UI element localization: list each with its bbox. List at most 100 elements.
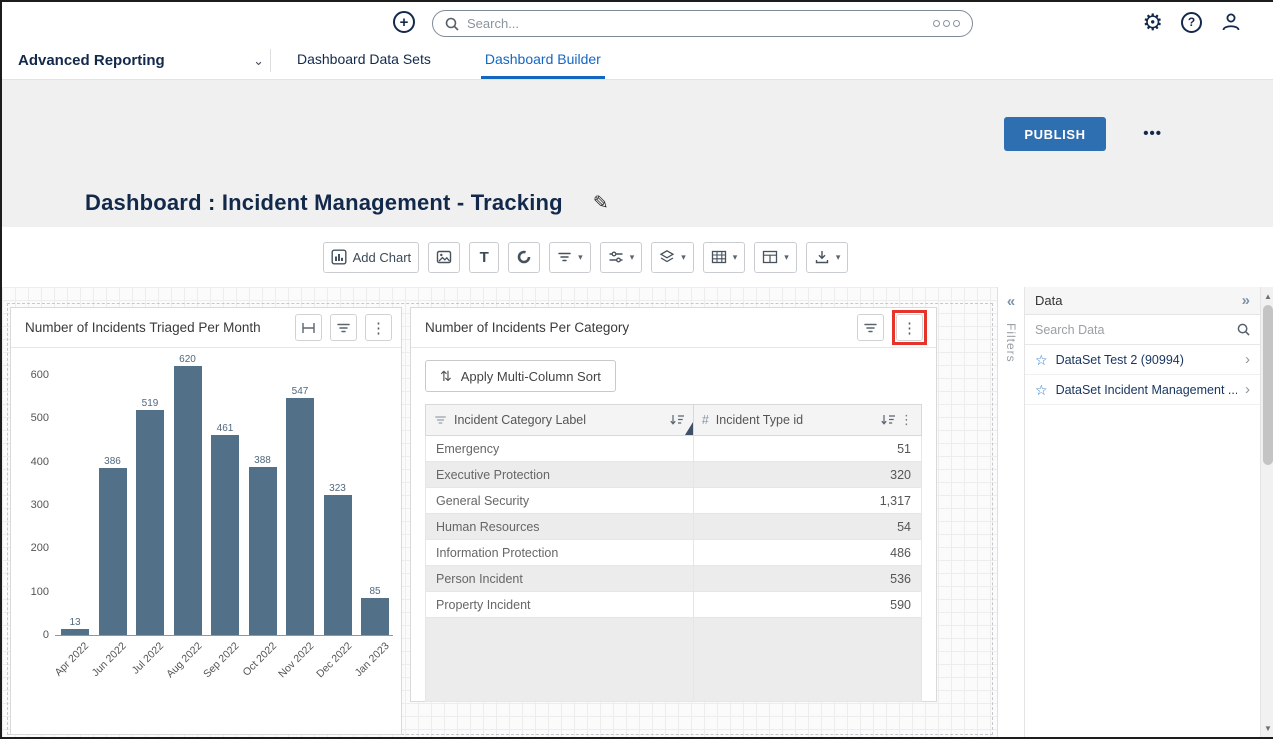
multi-column-sort-button[interactable]: ⇅ Apply Multi-Column Sort [425,360,616,392]
bar[interactable] [136,410,164,635]
chart-widget[interactable]: Number of Incidents Triaged Per Month ⋮ [10,307,402,735]
value-cell: 486 [693,540,921,566]
bar[interactable] [286,398,314,635]
kebab-icon: ⋮ [902,319,917,337]
search-options-icon[interactable] [933,20,960,27]
column-header-type-id[interactable]: # Incident Type id ⋮ [693,405,921,436]
table-row[interactable]: Emergency51 [426,436,922,462]
filter-button[interactable]: ▾ [549,242,591,273]
x-tick: Apr 2022 [59,636,91,696]
dataset-item[interactable]: ☆DataSet Incident Management ...› [1025,375,1260,405]
filter-icon [557,250,572,264]
chart-widget-title: Number of Incidents Triaged Per Month [25,320,287,335]
sort-amount-icon [669,414,685,426]
bar-value-label: 620 [179,354,196,365]
dashboard-title-row: Dashboard : Incident Management - Tracki… [85,190,609,216]
layers-button[interactable]: ▾ [651,242,694,273]
download-icon [814,249,830,265]
page-header: Dashboard : Incident Management - Tracki… [2,80,1273,227]
scrollbar-thumb[interactable] [1263,305,1273,465]
table-row[interactable]: Information Protection486 [426,540,922,566]
filters-strip[interactable]: « Filters [998,287,1025,737]
add-chart-button[interactable]: Add Chart [323,242,420,273]
table-row[interactable]: Human Resources54 [426,514,922,540]
bar[interactable] [99,468,127,635]
table-widget[interactable]: Number of Incidents Per Category ⋮ ⇅ App… [410,307,937,702]
chart-menu-button[interactable]: ⋮ [365,314,392,341]
text-button[interactable]: T [469,242,499,273]
category-cell: Emergency [426,436,694,462]
collapse-panel-icon[interactable]: « [1007,294,1015,309]
bar[interactable] [361,598,389,635]
bar-value-label: 547 [292,386,309,397]
dataset-label: DataSet Test 2 (90994) [1056,353,1237,367]
column-resize-handle[interactable] [685,422,693,435]
tab-dashboard-builder[interactable]: Dashboard Builder [481,42,605,79]
layout-button[interactable]: ▾ [754,242,797,273]
bar-value-label: 85 [369,586,380,597]
fit-width-button[interactable] [295,314,322,341]
sliders-button[interactable]: ▾ [600,242,643,273]
number-type-icon: # [702,413,709,427]
download-button[interactable]: ▾ [806,242,849,273]
star-icon[interactable]: ☆ [1035,353,1048,367]
star-icon[interactable]: ☆ [1035,383,1048,397]
bar[interactable] [61,629,89,635]
app-selector[interactable]: Advanced Reporting ⌄ [18,42,270,79]
data-panel: « Filters Data » ☆DataSet Test 2 (90994)… [997,287,1260,737]
bar[interactable] [249,467,277,635]
filter-icon [336,321,351,335]
table-row[interactable]: General Security1,317 [426,488,922,514]
vertical-scrollbar[interactable]: ▲ ▼ [1260,287,1273,737]
user-icon[interactable] [1220,11,1242,33]
filters-tab[interactable]: Filters [1004,323,1018,363]
bar[interactable] [324,495,352,635]
search-icon [1237,323,1250,336]
donut-chart-button[interactable] [508,242,540,273]
table-row[interactable]: Executive Protection320 [426,462,922,488]
sliders-icon [608,249,624,265]
image-button[interactable] [428,242,460,273]
column-menu-icon[interactable]: ⋮ [900,412,913,428]
search-input[interactable] [467,16,925,31]
sort-icon[interactable] [669,414,685,426]
expand-panel-icon[interactable]: » [1242,292,1250,309]
table-filter-button[interactable] [857,314,884,341]
publish-button[interactable]: PUBLISH [1004,117,1106,151]
category-cell: General Security [426,488,694,514]
sort-icon[interactable]: ⋮ [880,412,913,428]
annotation-red-box: ⋮ [892,310,927,345]
dataset-item[interactable]: ☆DataSet Test 2 (90994)› [1025,345,1260,375]
x-tick-label: Oct 2022 [240,640,279,679]
category-table-body: Emergency51Executive Protection320Genera… [426,436,922,702]
y-tick-label: 0 [21,629,49,641]
help-icon[interactable]: ? [1181,12,1202,33]
bar[interactable] [174,366,202,635]
edit-pencil-icon[interactable]: ✎ [593,192,609,215]
add-icon[interactable]: + [393,11,415,33]
data-search-input[interactable] [1035,323,1231,337]
table-row[interactable]: Property Incident590 [426,592,922,618]
settings-gear-icon[interactable]: ⚙ [1142,11,1163,34]
column-header-category[interactable]: Incident Category Label [426,405,694,436]
tab-dashboard-data-sets[interactable]: Dashboard Data Sets [293,42,435,79]
bar-value-label: 388 [254,455,271,466]
table-row[interactable]: Person Incident536 [426,566,922,592]
scroll-down-icon[interactable]: ▼ [1261,721,1273,735]
caret-down-icon: ▾ [630,252,635,263]
global-search[interactable] [432,10,973,37]
more-options-icon[interactable]: ••• [1143,125,1162,142]
x-tick: Dec 2022 [322,636,354,696]
column-label: Incident Type id [716,413,803,427]
x-tick: Jul 2022 [134,636,166,696]
bar[interactable] [211,435,239,635]
table-menu-button[interactable]: ⋮ [896,314,923,341]
x-tick-label: Nov 2022 [276,640,316,680]
chart-filter-button[interactable] [330,314,357,341]
value-cell: 51 [693,436,921,462]
data-search[interactable] [1025,315,1260,345]
table-button[interactable]: ▾ [703,242,746,273]
filter-icon [863,321,878,335]
bar-group: 461 [209,423,241,635]
scroll-up-icon[interactable]: ▲ [1261,289,1273,303]
